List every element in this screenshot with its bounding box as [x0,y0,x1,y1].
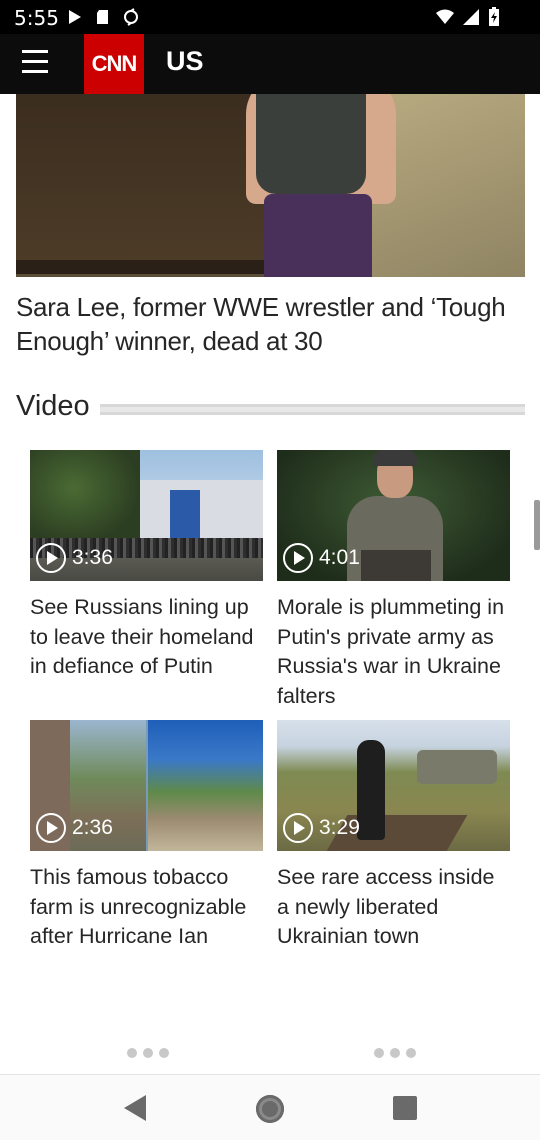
play-icon [36,813,66,843]
video-title[interactable]: See rare access inside a newly liberated… [277,863,510,952]
app-header: CNN US [0,34,540,94]
scrollbar-thumb[interactable] [534,500,540,550]
play-store-icon [69,10,81,24]
status-icons-left [66,8,140,26]
video-card[interactable]: 3:29 See rare access inside a newly libe… [277,720,510,952]
play-icon [283,813,313,843]
duration-text: 3:36 [72,546,113,569]
article-hero-image[interactable] [16,94,525,277]
status-bar: 5:55 [0,0,540,34]
section-divider [100,404,525,415]
video-duration: 2:36 [36,813,113,843]
article-headline[interactable]: Sara Lee, former WWE wrestler and ‘Tough… [16,290,516,358]
system-nav-bar [0,1074,540,1140]
sync-icon [124,8,138,26]
duration-text: 3:29 [319,816,360,839]
video-card[interactable]: 4:01 Morale is plummeting in Putin's pri… [277,450,510,711]
battery-charging-icon [489,7,499,26]
duration-text: 4:01 [319,546,360,569]
cnn-logo[interactable]: CNN [84,34,144,94]
more-options-icon[interactable] [374,1048,416,1058]
video-section-label: Video [16,390,90,422]
video-duration: 3:36 [36,543,113,573]
hamburger-menu-icon[interactable] [22,50,62,80]
video-card[interactable]: 3:36 See Russians lining up to leave the… [30,450,263,682]
play-icon [36,543,66,573]
signal-icon [463,9,479,25]
video-title[interactable]: See Russians lining up to leave their ho… [30,593,263,682]
status-time: 5:55 [14,6,59,30]
video-thumbnail[interactable]: 2:36 [30,720,263,851]
section-title: US [166,46,204,76]
video-thumbnail[interactable]: 3:36 [30,450,263,581]
duration-text: 2:36 [72,816,113,839]
video-title[interactable]: This famous tobacco farm is unrecognizab… [30,863,263,952]
status-icons-right [436,7,500,27]
wifi-icon [436,9,454,24]
video-thumbnail[interactable]: 4:01 [277,450,510,581]
video-thumbnail[interactable]: 3:29 [277,720,510,851]
back-icon[interactable] [124,1095,146,1121]
home-icon[interactable] [256,1095,284,1123]
video-duration: 3:29 [283,813,360,843]
play-icon [283,543,313,573]
video-duration: 4:01 [283,543,360,573]
recent-apps-icon[interactable] [393,1096,417,1120]
more-options-icon[interactable] [127,1048,169,1058]
video-card[interactable]: 2:36 This famous tobacco farm is unrecog… [30,720,263,952]
sd-card-icon [97,10,108,24]
logo-text: CNN [91,51,138,76]
video-title[interactable]: Morale is plummeting in Putin's private … [277,593,510,711]
